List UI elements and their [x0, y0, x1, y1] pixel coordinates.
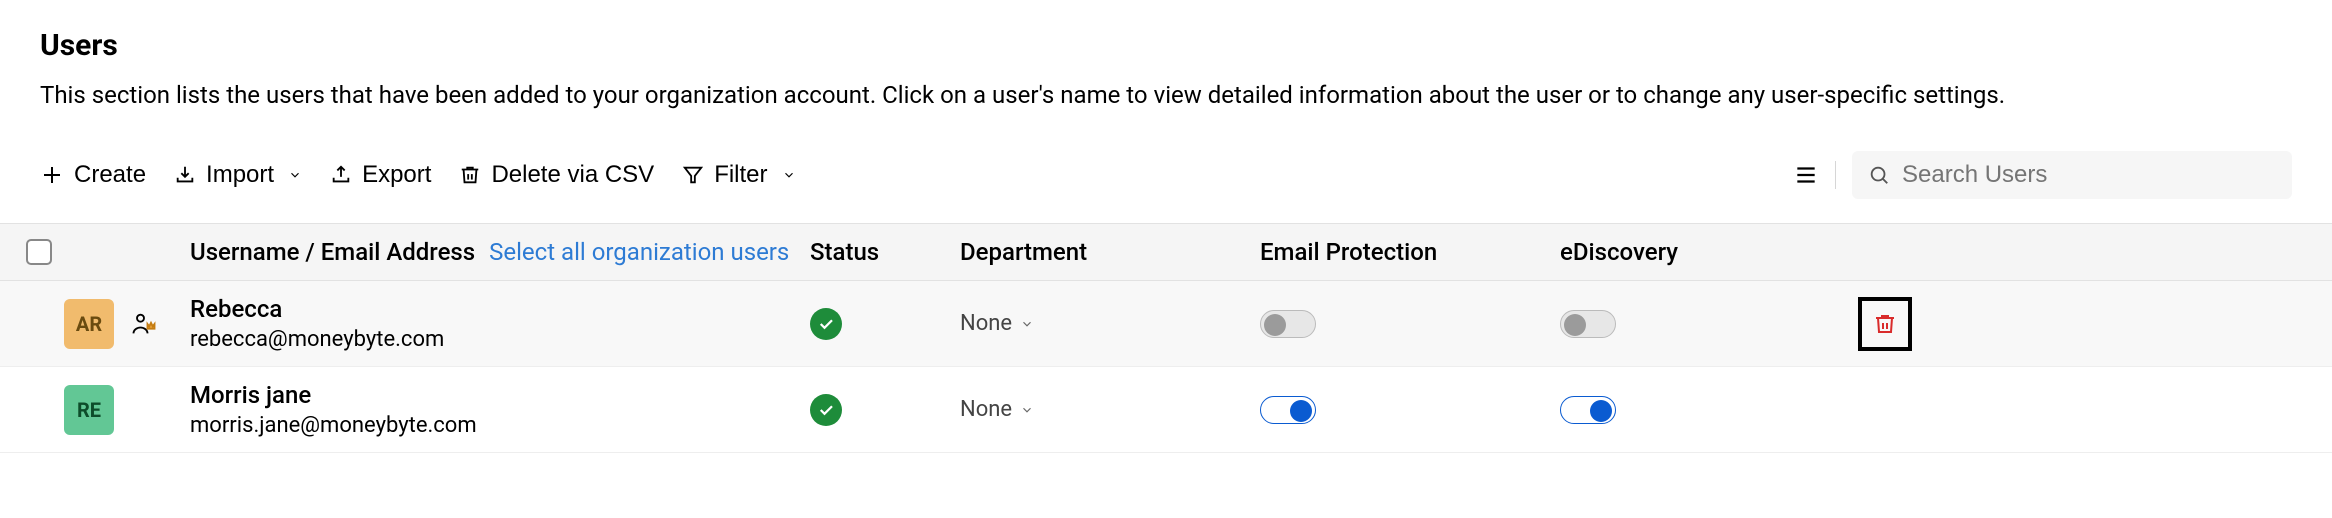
filter-button[interactable]: Filter	[682, 161, 795, 189]
ediscovery-toggle[interactable]	[1560, 310, 1616, 338]
user-name[interactable]: Morris jane	[190, 381, 810, 409]
toolbar-left: Create Import Export Delete via CSV Filt…	[40, 161, 796, 189]
export-label: Export	[362, 161, 431, 189]
plus-icon	[40, 163, 64, 187]
filter-label: Filter	[714, 161, 767, 189]
filter-icon	[682, 164, 704, 186]
search-wrap[interactable]	[1852, 151, 2292, 199]
import-label: Import	[206, 161, 274, 189]
select-all-checkbox[interactable]	[26, 239, 52, 265]
vertical-divider	[1835, 161, 1836, 189]
col-department: Department	[960, 238, 1260, 266]
col-username: Username / Email Address Select all orga…	[190, 238, 810, 266]
create-button[interactable]: Create	[40, 161, 146, 189]
page-description: This section lists the users that have b…	[40, 81, 2292, 109]
table-row[interactable]: RE Morris jane morris.jane@moneybyte.com No…	[0, 367, 2332, 453]
crown-user-icon	[130, 310, 158, 338]
delete-csv-button[interactable]: Delete via CSV	[459, 161, 654, 189]
import-icon	[174, 164, 196, 186]
email-protection-toggle[interactable]	[1260, 310, 1316, 338]
department-value: None	[960, 397, 1012, 422]
page-title: Users	[40, 28, 2292, 63]
user-name[interactable]: Rebecca	[190, 295, 810, 323]
trash-icon	[459, 164, 481, 186]
user-email: morris.jane@moneybyte.com	[190, 413, 810, 438]
chevron-down-icon	[1020, 403, 1034, 417]
table-row[interactable]: AR Rebecca rebecca@moneybyte.com None	[0, 281, 2332, 367]
col-email-protection: Email Protection	[1260, 238, 1560, 266]
chevron-down-icon	[1020, 317, 1034, 331]
user-email: rebecca@moneybyte.com	[190, 327, 810, 352]
chevron-down-icon	[782, 168, 796, 182]
col-status: Status	[810, 238, 960, 266]
col-username-label: Username / Email Address	[190, 238, 475, 266]
email-protection-toggle[interactable]	[1260, 396, 1316, 424]
delete-csv-label: Delete via CSV	[491, 161, 654, 189]
chevron-down-icon	[288, 168, 302, 182]
department-value: None	[960, 311, 1012, 336]
avatar: RE	[64, 385, 114, 435]
menu-button[interactable]	[1793, 162, 1819, 188]
hamburger-icon	[1793, 162, 1819, 188]
create-label: Create	[74, 161, 146, 189]
ediscovery-toggle[interactable]	[1560, 396, 1616, 424]
search-icon	[1868, 163, 1890, 187]
delete-button[interactable]	[1858, 297, 1912, 351]
search-input[interactable]	[1902, 161, 2276, 189]
toolbar: Create Import Export Delete via CSV Filt…	[40, 151, 2292, 199]
status-check-icon	[810, 394, 842, 426]
export-icon	[330, 164, 352, 186]
select-all-link[interactable]: Select all organization users	[489, 238, 789, 266]
export-button[interactable]: Export	[330, 161, 431, 189]
col-ediscovery: eDiscovery	[1560, 238, 1840, 266]
import-button[interactable]: Import	[174, 161, 302, 189]
status-check-icon	[810, 308, 842, 340]
avatar: AR	[64, 299, 114, 349]
department-dropdown[interactable]: None	[960, 311, 1034, 336]
table-body: AR Rebecca rebecca@moneybyte.com None RE Morr…	[0, 281, 2332, 453]
department-dropdown[interactable]: None	[960, 397, 1034, 422]
table-header: Username / Email Address Select all orga…	[0, 223, 2332, 281]
toolbar-right	[1793, 151, 2292, 199]
trash-icon	[1873, 312, 1897, 336]
